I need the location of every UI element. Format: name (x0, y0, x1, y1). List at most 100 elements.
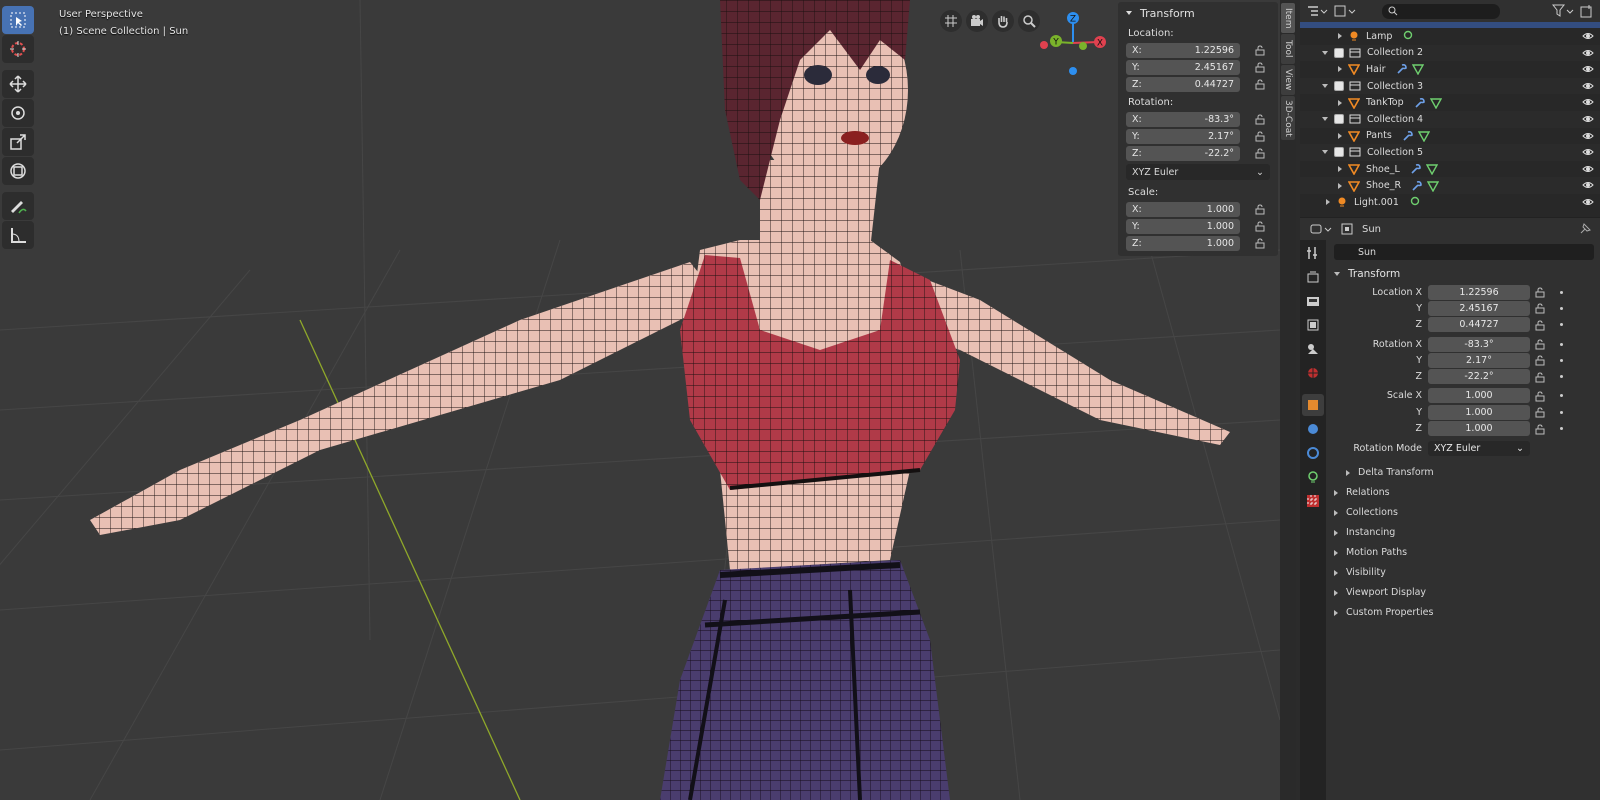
eye-visibility-icon[interactable] (1582, 164, 1594, 174)
lock-icon[interactable] (1254, 147, 1266, 159)
object-tab-icon[interactable] (1302, 394, 1324, 416)
scale-icon[interactable] (2, 128, 34, 156)
np-rotation-mode-select[interactable]: XYZ Euler ⌄ (1126, 164, 1270, 180)
panel-custom-properties[interactable]: Custom Properties (1328, 603, 1600, 623)
transform-value-field[interactable]: 2.17° (1428, 352, 1530, 368)
np-rotation-field[interactable]: Z: -22.2° (1126, 145, 1240, 161)
light-data-icon[interactable] (1402, 30, 1414, 42)
panel-motion-paths[interactable]: Motion Paths (1328, 543, 1600, 563)
lock-icon[interactable] (1254, 203, 1266, 215)
keyframe-dot-icon[interactable] (1560, 290, 1563, 294)
transform-panel-header[interactable]: Transform (1328, 264, 1600, 284)
outliner-item[interactable]: Shoe_L (1300, 161, 1600, 178)
move-icon[interactable] (2, 70, 34, 98)
panel-relations[interactable]: Relations (1328, 483, 1600, 503)
eye-visibility-icon[interactable] (1582, 180, 1594, 190)
np-location-field[interactable]: X: 1.22596 (1126, 42, 1240, 58)
panel-instancing[interactable]: Instancing (1328, 523, 1600, 543)
outliner-item[interactable]: Lamp (1300, 28, 1600, 45)
lock-icon[interactable] (1534, 371, 1546, 383)
eye-visibility-icon[interactable] (1582, 64, 1594, 74)
keyframe-dot-icon[interactable] (1560, 342, 1563, 346)
keyframe-dot-icon[interactable] (1560, 306, 1563, 310)
mesh-data-icon[interactable] (1417, 130, 1430, 142)
pan-hand-icon[interactable] (992, 10, 1014, 32)
mesh-data-icon[interactable] (1429, 97, 1442, 109)
transform-value-field[interactable]: 0.44727 (1428, 317, 1530, 333)
expand-arrow-icon[interactable] (1338, 66, 1342, 73)
keyframe-dot-icon[interactable] (1560, 394, 1563, 398)
keyframe-dot-icon[interactable] (1560, 427, 1563, 431)
wrench-modifier-icon[interactable] (1411, 180, 1423, 192)
lock-icon[interactable] (1534, 354, 1546, 366)
expand-arrow-icon[interactable] (1322, 84, 1328, 89)
transform-value-field[interactable]: 2.45167 (1428, 300, 1530, 316)
transform-value-field[interactable]: 1.000 (1428, 404, 1530, 420)
expand-arrow-icon[interactable] (1338, 132, 1342, 139)
lock-icon[interactable] (1534, 423, 1546, 435)
modifiers-tab-icon[interactable] (1302, 418, 1324, 440)
outliner-item[interactable]: Shoe_R (1300, 177, 1600, 194)
transform-value-field[interactable]: -22.2° (1428, 369, 1530, 385)
keyframe-dot-icon[interactable] (1560, 375, 1563, 379)
texture-tab-icon[interactable] (1302, 490, 1324, 512)
expand-arrow-icon[interactable] (1322, 150, 1328, 155)
lock-icon[interactable] (1254, 113, 1266, 125)
panel-visibility[interactable]: Visibility (1328, 563, 1600, 583)
view-layer-tab-icon[interactable] (1302, 314, 1324, 336)
lock-icon[interactable] (1534, 406, 1546, 418)
editor-type-icon[interactable] (1306, 4, 1328, 18)
panel-viewport-display[interactable]: Viewport Display (1328, 583, 1600, 603)
render-tab-icon[interactable] (1302, 266, 1324, 288)
sidebar-tab-item[interactable]: Item (1281, 3, 1295, 33)
eye-visibility-icon[interactable] (1582, 31, 1594, 41)
np-transform-header[interactable]: Transform (1118, 2, 1278, 24)
wrench-modifier-icon[interactable] (1410, 163, 1422, 175)
transform-value-field[interactable]: 1.000 (1428, 421, 1530, 437)
eye-visibility-icon[interactable] (1582, 114, 1594, 124)
expand-arrow-icon[interactable] (1338, 99, 1342, 106)
keyframe-dot-icon[interactable] (1560, 410, 1563, 414)
tool-tab-icon[interactable] (1302, 242, 1324, 264)
3d-viewport[interactable]: User Perspective (1) Scene Collection | … (0, 0, 1280, 800)
select-box-icon[interactable] (2, 6, 34, 34)
np-rotation-field[interactable]: Y: 2.17° (1126, 128, 1240, 144)
rotate-icon[interactable] (2, 99, 34, 127)
eye-visibility-icon[interactable] (1582, 97, 1594, 107)
np-location-field[interactable]: Y: 2.45167 (1126, 59, 1240, 75)
keyframe-dot-icon[interactable] (1560, 358, 1563, 362)
scene-tab-icon[interactable] (1302, 338, 1324, 360)
outliner-item[interactable]: Collection 5 (1300, 144, 1600, 161)
annotate-icon[interactable] (2, 192, 34, 220)
camera-view-icon[interactable] (966, 10, 988, 32)
wrench-modifier-icon[interactable] (1396, 63, 1408, 75)
exclude-checkbox[interactable] (1334, 147, 1344, 158)
outliner-search-input[interactable] (1382, 3, 1500, 19)
outliner-item[interactable]: Hair (1300, 61, 1600, 78)
world-tab-icon[interactable] (1302, 362, 1324, 384)
pin-icon[interactable] (1578, 222, 1592, 236)
np-scale-field[interactable]: Z: 1.000 (1126, 235, 1240, 251)
expand-arrow-icon[interactable] (1326, 199, 1330, 206)
exclude-checkbox[interactable] (1334, 114, 1344, 125)
np-scale-field[interactable]: X: 1.000 (1126, 201, 1240, 217)
lock-icon[interactable] (1534, 319, 1546, 331)
light-data-tab-icon[interactable] (1302, 466, 1324, 488)
gizmo-neg-x[interactable] (1040, 41, 1048, 49)
outliner-item[interactable]: Collection 2 (1300, 44, 1600, 62)
transform-value-field[interactable]: 1.22596 (1428, 284, 1530, 300)
delta-transform-header[interactable]: Delta Transform (1328, 463, 1600, 483)
gizmo-neg-z[interactable] (1069, 67, 1077, 75)
np-rotation-field[interactable]: X: -83.3° (1126, 111, 1240, 127)
physics-tab-icon[interactable] (1302, 442, 1324, 464)
transform-icon[interactable] (2, 157, 34, 185)
outliner-item[interactable]: Pants (1300, 128, 1600, 145)
lock-icon[interactable] (1534, 390, 1546, 402)
gizmo-neg-y[interactable] (1079, 42, 1087, 50)
rotation-mode-select[interactable]: XYZ Euler ⌄ (1428, 441, 1530, 457)
lock-icon[interactable] (1254, 220, 1266, 232)
expand-arrow-icon[interactable] (1322, 117, 1328, 122)
lock-icon[interactable] (1534, 338, 1546, 350)
mesh-data-icon[interactable] (1411, 63, 1424, 76)
eye-visibility-icon[interactable] (1582, 147, 1594, 157)
